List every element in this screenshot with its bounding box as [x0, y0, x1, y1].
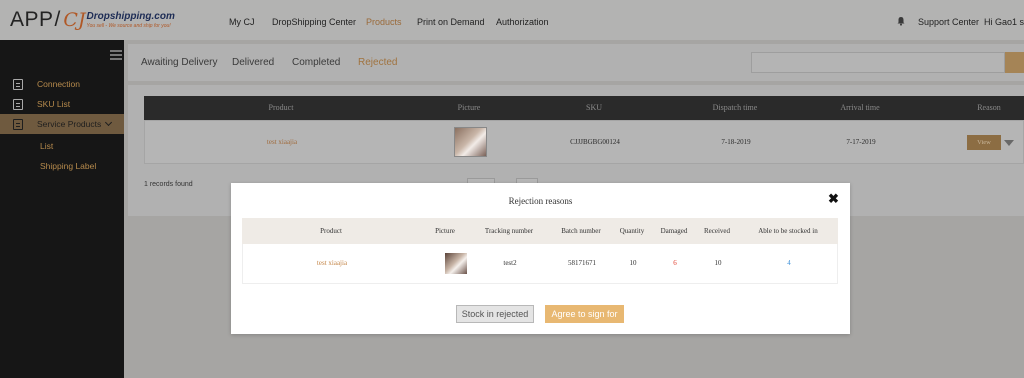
sidebar-item-service-products[interactable]: Service Products [0, 114, 124, 134]
column-quantity: Quantity [619, 227, 645, 235]
nav-my-cj[interactable]: My CJ [229, 17, 255, 27]
product-link[interactable]: test xiaajia [267, 138, 297, 146]
sidebar-subitem-list[interactable]: List [40, 141, 53, 151]
modal-title: Rejection reasons [508, 196, 573, 206]
column-product: Product [268, 103, 294, 112]
logo-brand: Dropshipping.com [86, 11, 175, 22]
sidebar-item-label: Connection [37, 79, 81, 89]
stock-in-rejected-button[interactable]: Stock in rejected [456, 305, 534, 323]
tab-awaiting-delivery[interactable]: Awaiting Delivery [141, 57, 218, 68]
quantity-value: 10 [629, 259, 637, 267]
logo-slash: / [54, 8, 61, 31]
tab-completed[interactable]: Completed [292, 57, 340, 68]
search-input[interactable] [751, 52, 1005, 73]
dispatch-time-value: 7-18-2019 [721, 138, 751, 146]
menu-toggle-icon[interactable] [110, 50, 122, 60]
search-button[interactable] [1005, 52, 1024, 73]
column-arrival-time: Arrival time [840, 103, 880, 112]
product-link[interactable]: test xiaajia [317, 259, 347, 267]
agree-to-sign-for-button[interactable]: Agree to sign for [545, 305, 624, 323]
sidebar-item-sku-list[interactable]: SKU List [0, 94, 124, 114]
arrival-time-value: 7-17-2019 [846, 138, 876, 146]
nav-dropshipping-center[interactable]: DropShipping Center [272, 17, 356, 27]
view-reason-button[interactable]: View [967, 135, 1001, 150]
column-batch-number: Batch number [561, 227, 601, 235]
sidebar: Connection SKU List Service Products Lis… [0, 40, 124, 378]
document-icon [13, 78, 23, 90]
logo-tagline: You sell - We source and ship for you! [86, 23, 171, 29]
support-center-link[interactable]: Support Center [918, 17, 979, 27]
tab-delivered[interactable]: Delivered [232, 57, 274, 68]
table-row: test xiaajia test2 58171671 10 6 10 4 [242, 244, 838, 284]
column-received: Received [703, 227, 731, 235]
column-tracking-number: Tracking number [484, 227, 534, 235]
top-header: APP / CJ Dropshipping.com You sell - We … [0, 0, 1024, 40]
received-value: 10 [714, 259, 722, 267]
logo-cj-mark: CJ [63, 9, 86, 31]
column-damaged: Damaged [660, 227, 688, 235]
column-dispatch-time: Dispatch time [712, 103, 758, 112]
column-picture: Picture [435, 227, 455, 235]
nav-authorization[interactable]: Authorization [496, 17, 549, 27]
batch-number-value: 58171671 [568, 259, 596, 267]
nav-products[interactable]: Products [366, 17, 402, 27]
records-count: 1 records found [144, 181, 193, 188]
nav-print-on-demand[interactable]: Print on Demand [417, 17, 485, 27]
column-product: Product [320, 227, 342, 235]
tab-rejected[interactable]: Rejected [358, 57, 397, 68]
column-able-to-be-stocked-in: Able to be stocked in [758, 227, 818, 235]
modal-table-header: Product Picture Tracking number Batch nu… [242, 218, 838, 244]
bell-icon[interactable] [896, 16, 906, 26]
logo-app-text: APP [10, 8, 54, 31]
caret-down-icon[interactable] [1004, 140, 1014, 146]
status-tabs: Awaiting Delivery Delivered Completed Re… [128, 44, 1024, 81]
product-thumbnail [445, 253, 467, 274]
tracking-number-value: test2 [503, 259, 517, 267]
stockable-value: 4 [787, 259, 791, 267]
column-sku: SKU [585, 103, 603, 112]
sidebar-subitem-shipping-label[interactable]: Shipping Label [40, 161, 96, 171]
sidebar-item-connection[interactable]: Connection [0, 74, 124, 94]
document-icon [13, 118, 23, 130]
table-header: Product Picture SKU Dispatch time Arriva… [144, 96, 1024, 120]
rejection-reasons-modal: Rejection reasons ✖ Product Picture Trac… [231, 183, 850, 334]
column-picture: Picture [457, 103, 481, 112]
chevron-down-icon [105, 118, 113, 127]
product-thumbnail [454, 127, 487, 157]
sidebar-item-label: SKU List [37, 99, 71, 109]
logo-text: Dropshipping.com You sell - We source an… [87, 11, 175, 29]
sku-value: CJJJBGBG00124 [570, 138, 620, 146]
close-icon[interactable]: ✖ [828, 192, 839, 205]
table-row: test xiaajia CJJJBGBG00124 7-18-2019 7-1… [144, 120, 1024, 164]
user-greeting[interactable]: Hi Gao1 sh [984, 17, 1024, 27]
sidebar-item-label: Service Products [37, 118, 113, 129]
document-icon [13, 98, 23, 110]
damaged-value: 6 [673, 259, 677, 267]
cj-logo[interactable]: APP / CJ Dropshipping.com You sell - We … [10, 4, 175, 36]
column-reason: Reason [977, 103, 1001, 112]
